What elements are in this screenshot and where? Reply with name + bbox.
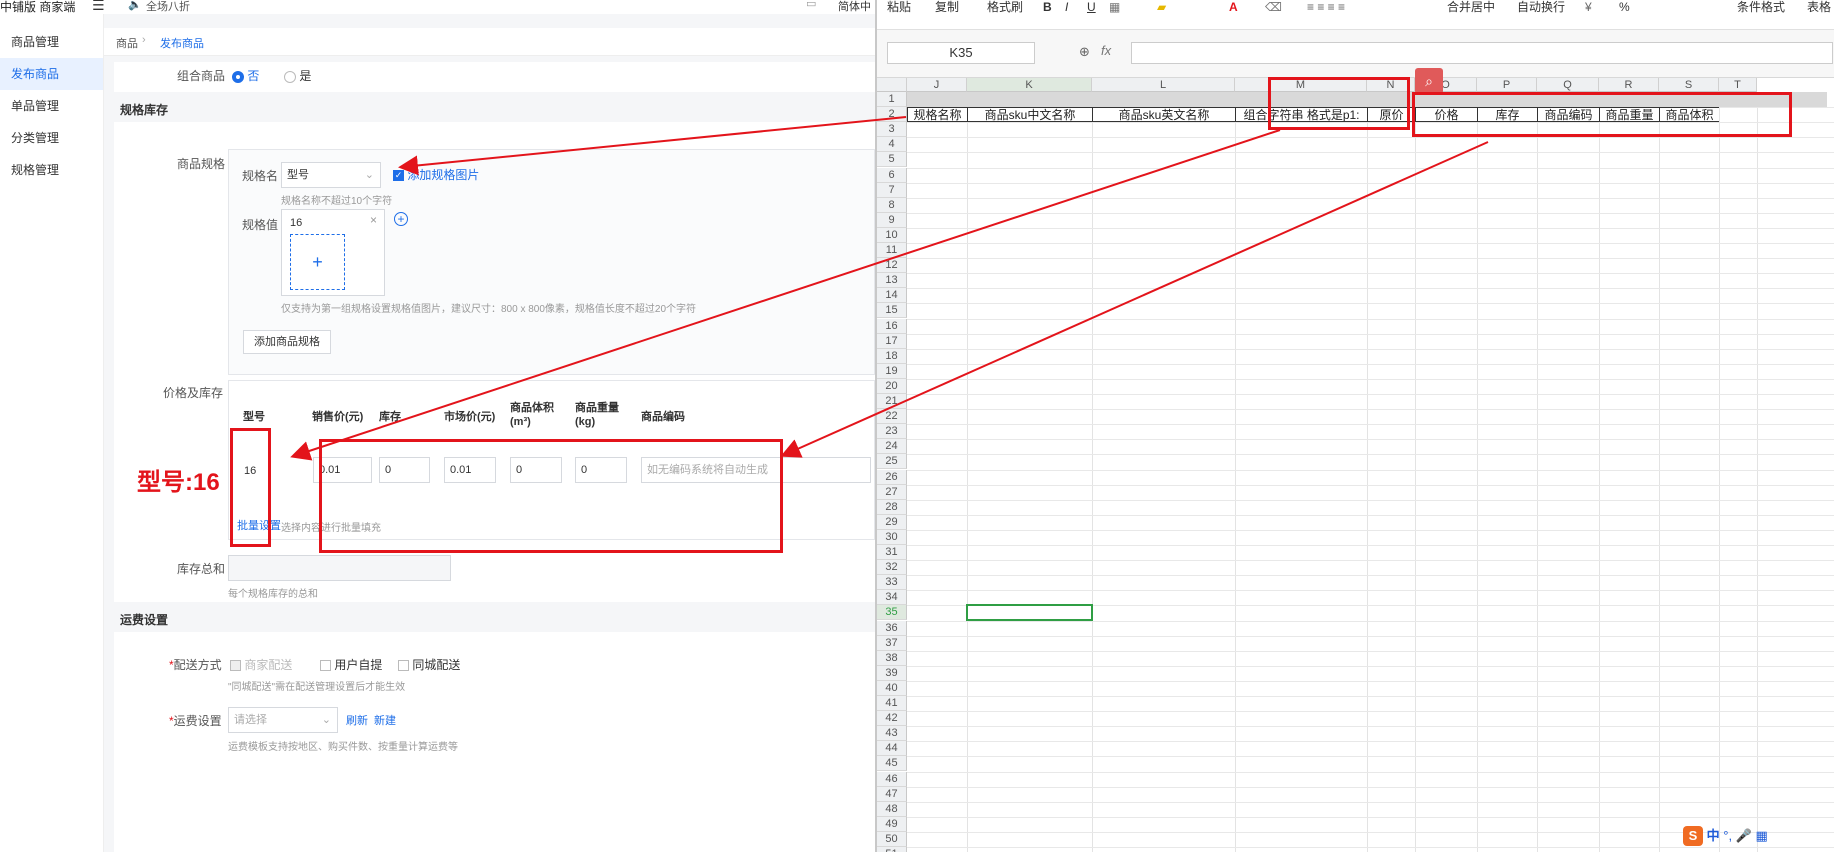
arrow-price-fields [780, 141, 1489, 458]
arrow-spec-name [398, 116, 907, 176]
arrow-model [290, 129, 1281, 461]
annotation-arrows [290, 116, 1489, 461]
